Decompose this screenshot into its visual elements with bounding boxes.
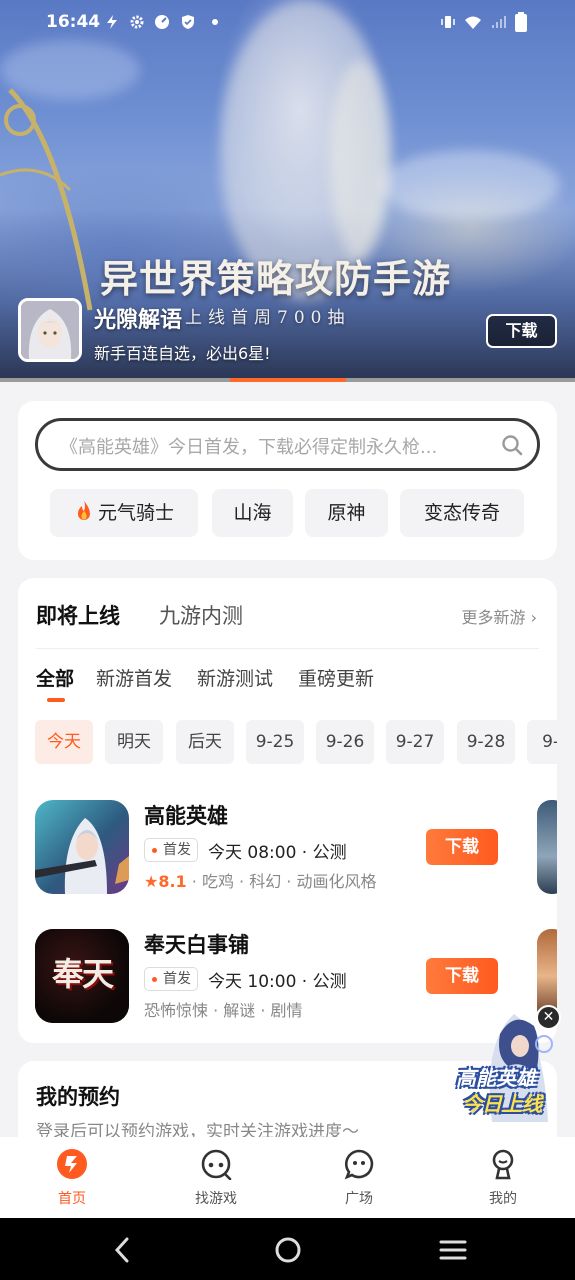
banner-game-title: 光隙解语 <box>94 308 183 333</box>
wifi-icon <box>465 16 481 29</box>
first-release-label: 首发 <box>163 971 191 987</box>
hot-tag-shanhai[interactable]: 山海 <box>212 489 293 537</box>
reservations-title: 我的预约 <box>36 1085 120 1109</box>
upcoming-games-card: 即将上线 九游内测 更多新游 › 全部 新游首发 新游测试 重磅更新 今天 明天… <box>18 578 557 1043</box>
search-card: 《高能英雄》今日首发，下载必得定制永久枪... 元气骑士 山海 原神 变态传奇 <box>18 401 557 560</box>
icon-calligraphy: 奉天 <box>51 955 114 993</box>
banner-page-indicator <box>230 378 346 382</box>
more-new-games-label: 更多新游 <box>461 608 526 627</box>
date-pill-9-27[interactable]: 9-27 <box>386 720 444 764</box>
battery-icon <box>515 12 527 32</box>
recents-menu-icon[interactable] <box>438 1235 468 1265</box>
search-icon[interactable] <box>501 434 523 456</box>
banner-download-button[interactable]: 下载 <box>486 314 557 348</box>
home-circle-icon[interactable] <box>273 1235 303 1265</box>
date-pill-tomorrow[interactable]: 明天 <box>105 720 163 764</box>
system-navigation-bar <box>0 1218 575 1280</box>
signal-icon <box>492 16 506 28</box>
subtab-major-update[interactable]: 重磅更新 <box>298 664 374 691</box>
nav-mine-label: 我的 <box>489 1191 517 1207</box>
vibrate-icon <box>441 16 455 28</box>
search-input[interactable]: 《高能英雄》今日首发，下载必得定制永久枪... <box>60 433 480 459</box>
banner-game-avatar[interactable] <box>18 298 82 362</box>
nav-plaza[interactable]: 广场 <box>309 1137 409 1218</box>
gear-icon <box>130 15 144 29</box>
nav-home[interactable]: 首页 <box>22 1137 122 1218</box>
back-icon[interactable] <box>108 1235 138 1265</box>
promo-line-2: 今日上线 <box>462 1092 542 1116</box>
game-genres: · 吃鸡 · 科幻 · 动画化风格 <box>186 872 377 891</box>
badge-dot-icon <box>152 977 157 982</box>
tab-beta-test[interactable]: 九游内测 <box>159 600 243 630</box>
subtab-all[interactable]: 全部 <box>36 664 74 691</box>
character-portrait-icon <box>21 301 79 359</box>
tab-upcoming[interactable]: 即将上线 <box>36 600 120 630</box>
first-release-label: 首发 <box>163 842 191 858</box>
hot-tag-biantai[interactable]: 变态传奇 <box>400 489 524 537</box>
side-card-peek[interactable] <box>537 800 557 894</box>
person-icon <box>492 1149 514 1180</box>
download-button[interactable]: 下载 <box>426 829 498 865</box>
nav-find-games[interactable]: 找游戏 <box>166 1137 266 1218</box>
game-row[interactable]: 高能英雄 首发 今天 08:00 · 公测 ★8.1 · 吃鸡 · 科幻 · 动… <box>18 800 557 900</box>
game-name: 高能英雄 <box>144 804 228 828</box>
subtab-active-indicator <box>47 698 65 702</box>
speedometer-icon <box>155 15 169 29</box>
subtab-new-test[interactable]: 新游测试 <box>197 664 273 691</box>
chat-bubble-icon <box>344 1149 374 1180</box>
hot-tag-yuanshen[interactable]: 原神 <box>305 489 388 537</box>
flash-icon <box>107 15 117 29</box>
banner-slogan: 异世界策略攻防手游 <box>100 256 452 301</box>
download-button[interactable]: 下载 <box>426 958 498 994</box>
date-pill-9-26[interactable]: 9-26 <box>316 720 374 764</box>
date-pill-day-after[interactable]: 后天 <box>176 720 234 764</box>
game-meta: ★8.1 · 吃鸡 · 科幻 · 动画化风格 <box>144 868 376 892</box>
nav-mine[interactable]: 我的 <box>453 1137 553 1218</box>
date-pill-today[interactable]: 今天 <box>35 720 93 764</box>
notification-dot-icon <box>212 19 218 25</box>
badge-dot-icon <box>152 848 157 853</box>
nav-home-label: 首页 <box>58 1191 86 1207</box>
status-time: 16:44 <box>46 12 101 32</box>
date-pill-9-29[interactable]: 9-2 <box>527 720 557 764</box>
date-pill-9-28[interactable]: 9-28 <box>457 720 515 764</box>
game-rating: 8.1 <box>158 872 187 891</box>
first-release-badge: 首发 <box>144 838 198 862</box>
hero-banner[interactable]: 16:44 异世界策略攻防手游 上线首周700抽 光隙解语 新手百连自选，必出6… <box>0 0 575 381</box>
hot-tag-yuanqi[interactable]: 元气骑士 <box>50 489 198 537</box>
gamepad-icon <box>201 1149 232 1180</box>
first-release-badge: 首发 <box>144 967 198 991</box>
promo-line-1: 高能英雄 <box>456 1066 536 1090</box>
banner-game-description: 新手百连自选，必出6星! <box>94 344 271 363</box>
game-icon-gaoneng[interactable] <box>35 800 129 894</box>
hooded-hero-icon <box>35 818 129 894</box>
game-icon-fengtian[interactable]: 奉天 <box>35 929 129 1023</box>
home-logo-icon <box>57 1149 87 1179</box>
date-pill-9-25[interactable]: 9-25 <box>246 720 304 764</box>
star-icon: ★ <box>144 872 159 891</box>
bottom-navigation: 首页 找游戏 广场 我的 <box>0 1137 575 1218</box>
banner-slogan-sub: 上线首周700抽 <box>185 308 351 328</box>
nav-plaza-label: 广场 <box>345 1191 373 1207</box>
close-icon[interactable]: ✕ <box>536 1005 561 1030</box>
more-new-games-link[interactable]: 更多新游 › <box>461 604 537 628</box>
nav-find-games-label: 找游戏 <box>195 1191 237 1207</box>
subtab-new-release[interactable]: 新游首发 <box>96 664 172 691</box>
game-launch-time: 今天 08:00 · 公测 <box>208 843 347 863</box>
game-name: 奉天白事铺 <box>144 933 249 957</box>
status-bar: 16:44 <box>0 0 575 46</box>
game-genres: 恐怖惊悚 · 解谜 · 剧情 <box>144 1001 303 1020</box>
fire-icon <box>77 501 90 520</box>
chevron-right-icon: › <box>530 608 537 627</box>
shield-icon <box>182 15 194 29</box>
divider <box>36 648 539 649</box>
game-launch-time: 今天 10:00 · 公测 <box>208 972 347 992</box>
search-box[interactable]: 《高能英雄》今日首发，下载必得定制永久枪... <box>35 418 540 471</box>
hot-tag-label: 元气骑士 <box>97 502 174 524</box>
